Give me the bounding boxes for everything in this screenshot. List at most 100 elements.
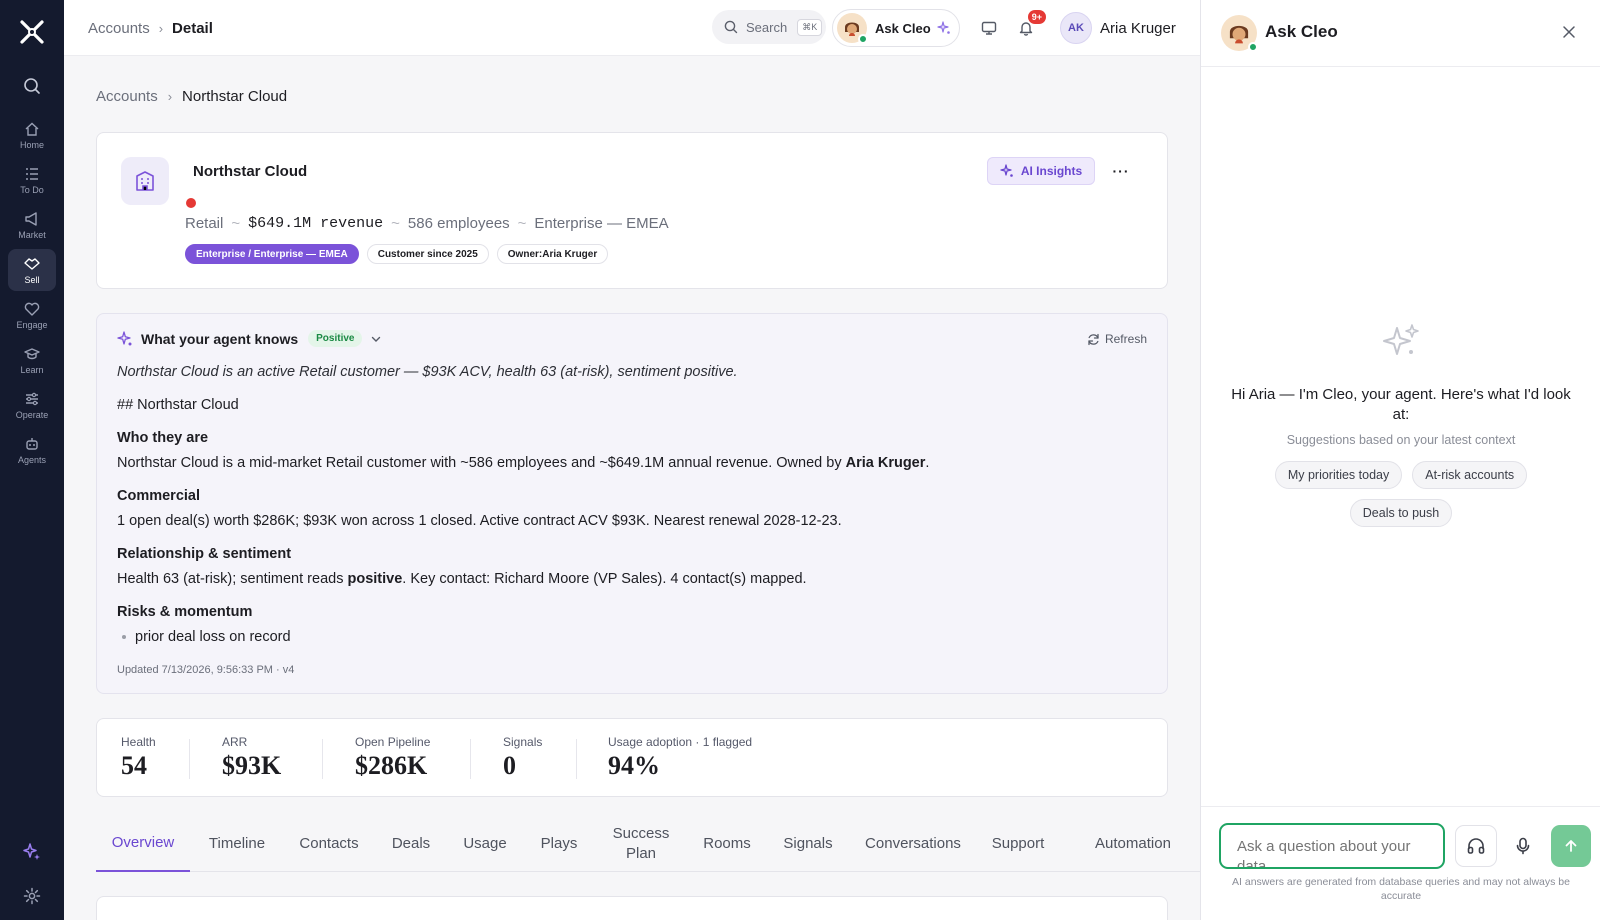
- microphone-button[interactable]: [1505, 825, 1541, 867]
- tab-rooms[interactable]: Rooms: [696, 816, 758, 872]
- stat-usage-adoption: Usage adoption · 1 flagged 94%: [608, 735, 752, 781]
- online-indicator: [858, 34, 868, 44]
- suggestion-chips: My priorities today At-risk accounts Dea…: [1261, 461, 1541, 537]
- suggestion-my-priorities[interactable]: My priorities today: [1274, 461, 1403, 489]
- agent-knowledge-header[interactable]: What your agent knows Positive: [117, 330, 390, 347]
- nav-label: Market: [18, 229, 46, 240]
- nav-item-market[interactable]: Market: [8, 204, 56, 246]
- relationship-heading: Relationship & sentiment: [117, 546, 292, 562]
- headphones-icon: [1467, 838, 1485, 854]
- nav-label: Home: [19, 139, 44, 150]
- cleo-subtitle: Suggestions based on your latest context: [1286, 433, 1516, 447]
- tab-automation[interactable]: Automation: [1066, 816, 1200, 872]
- tab-content-card: [96, 896, 1168, 920]
- nav-item-todo[interactable]: To Do: [8, 159, 56, 201]
- todo-icon: [26, 167, 38, 180]
- notifications-button[interactable]: 9+: [1012, 10, 1046, 42]
- online-indicator: [1248, 42, 1258, 52]
- who-text: Northstar Cloud is a mid-market Retail c…: [117, 453, 1147, 473]
- robot-icon: [26, 437, 38, 450]
- global-search-button[interactable]: Search ⌘K: [712, 10, 826, 44]
- stat-open-pipeline: Open Pipeline $286K: [355, 735, 430, 781]
- list-item: prior deal loss on record: [117, 627, 1147, 647]
- relationship-sentiment: positive: [347, 571, 403, 587]
- avatar: AK: [1060, 12, 1092, 44]
- nav-search-button[interactable]: [8, 66, 56, 106]
- nav-item-agents[interactable]: Agents: [8, 429, 56, 471]
- relationship-text-a: Health 63 (at-risk); sentiment reads: [117, 571, 348, 587]
- refresh-label: Refresh: [1104, 332, 1147, 346]
- breadcrumb-accounts[interactable]: Accounts: [96, 88, 158, 105]
- user-menu[interactable]: AK Aria Kruger: [1060, 12, 1176, 44]
- ask-cleo-label: Ask Cleo: [875, 20, 931, 36]
- cleo-avatar: [837, 13, 868, 44]
- ai-insights-button[interactable]: AI Insights: [987, 157, 1095, 185]
- nav-item-sell[interactable]: Sell: [8, 249, 56, 291]
- monitor-icon: [981, 21, 997, 35]
- stat-label: Signals: [503, 735, 543, 749]
- stat-signals: Signals 0: [503, 735, 542, 781]
- nav-item-operate[interactable]: Operate: [8, 384, 56, 426]
- nav-label: Operate: [15, 409, 49, 420]
- chevron-right-icon: ›: [158, 20, 164, 36]
- who-owner: Aria Kruger: [845, 455, 926, 471]
- ask-cleo-button[interactable]: Ask Cleo: [832, 9, 960, 47]
- refresh-button[interactable]: Refresh: [1087, 332, 1147, 346]
- megaphone-icon: [25, 211, 37, 226]
- ellipsis-icon: ···: [1112, 163, 1130, 179]
- sentiment-badge: Positive: [308, 330, 363, 347]
- account-header-card: Northstar Cloud Retail ~ $649.1M revenue…: [96, 132, 1168, 289]
- tab-deals[interactable]: Deals: [380, 816, 442, 872]
- nav-item-engage[interactable]: Engage: [8, 294, 56, 336]
- chat-input[interactable]: [1219, 823, 1445, 869]
- top-breadcrumb-accounts[interactable]: Accounts: [88, 20, 150, 37]
- tab-plays[interactable]: Plays: [528, 816, 590, 872]
- sparkle-icon: [117, 330, 132, 345]
- account-employees: 586 employees: [407, 215, 510, 232]
- tab-support[interactable]: Support: [982, 816, 1054, 872]
- chevron-right-icon: ›: [167, 89, 173, 104]
- close-panel-button[interactable]: [1559, 22, 1579, 42]
- search-label: Search: [746, 19, 788, 35]
- who-text-end: .: [925, 455, 930, 471]
- nav-item-home[interactable]: Home: [8, 114, 56, 156]
- risks-heading: Risks & momentum: [117, 604, 253, 620]
- nav-item-learn[interactable]: Learn: [8, 339, 56, 381]
- stat-value: $93K: [222, 751, 282, 780]
- search-icon: [24, 78, 40, 94]
- tab-conversations[interactable]: Conversations: [856, 816, 970, 872]
- display-button[interactable]: [975, 14, 1003, 42]
- account-segment: Enterprise — EMEA: [534, 215, 669, 232]
- logo-x-icon: [20, 20, 44, 44]
- nav-sparkle-button[interactable]: [8, 832, 56, 872]
- app-logo[interactable]: [0, 0, 64, 64]
- tab-success-plan[interactable]: Success Plan: [602, 816, 680, 872]
- divider: [322, 739, 323, 779]
- tab-contacts[interactable]: Contacts: [288, 816, 370, 872]
- top-breadcrumb: Accounts › Detail: [88, 0, 213, 56]
- microphone-icon: [1516, 837, 1530, 855]
- sparkle-icon: [1000, 164, 1013, 177]
- tab-timeline[interactable]: Timeline: [196, 816, 278, 872]
- nav-rail: Home To Do Market Sell Engage Learn Oper…: [0, 0, 64, 920]
- top-bar: Accounts › Detail Search ⌘K Ask Cleo 9+ …: [64, 0, 1200, 56]
- tab-signals[interactable]: Signals: [772, 816, 844, 872]
- suggestion-deals-to-push[interactable]: Deals to push: [1349, 499, 1453, 527]
- cleo-empty-state: Hi Aria — I'm Cleo, your agent. Here's w…: [1201, 322, 1600, 537]
- more-options-button[interactable]: ···: [1111, 163, 1131, 179]
- chat-composer: AI answers are generated from database q…: [1201, 806, 1600, 920]
- who-heading: Who they are: [117, 430, 209, 446]
- nav-label: To Do: [20, 184, 44, 195]
- nav-settings-button[interactable]: [8, 876, 56, 916]
- gear-icon: [23, 887, 41, 905]
- top-breadcrumb-current: Detail: [172, 19, 213, 37]
- voice-mode-button[interactable]: [1455, 825, 1497, 867]
- send-button[interactable]: [1551, 825, 1591, 867]
- tab-overview[interactable]: Overview: [96, 816, 190, 872]
- suggestion-at-risk-accounts[interactable]: At-risk accounts: [1412, 461, 1528, 489]
- meta-separator: ~: [391, 215, 400, 232]
- stats-card: Health 54 ARR $93K Open Pipeline $286K S…: [96, 718, 1168, 797]
- tab-usage[interactable]: Usage: [452, 816, 518, 872]
- agent-knowledge-title: What your agent knows: [141, 330, 299, 347]
- user-name: Aria Kruger: [1100, 19, 1176, 37]
